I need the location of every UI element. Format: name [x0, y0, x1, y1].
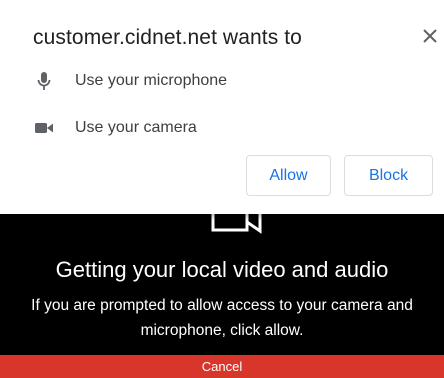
allow-button[interactable]: Allow	[246, 155, 331, 196]
permission-prompt: customer.cidnet.net wants to Use your mi…	[0, 0, 444, 214]
cancel-button[interactable]: Cancel	[0, 355, 444, 378]
permission-label-camera: Use your camera	[75, 119, 197, 136]
close-button[interactable]	[419, 25, 441, 47]
permission-row-microphone: Use your microphone	[35, 68, 227, 94]
status-headline: Getting your local video and audio	[55, 257, 389, 282]
close-icon	[423, 29, 437, 43]
prompt-title: customer.cidnet.net wants to	[33, 26, 302, 49]
block-button[interactable]: Block	[344, 155, 433, 196]
permission-label-microphone: Use your microphone	[75, 72, 228, 89]
status-message: If you are prompted to allow access to y…	[31, 297, 413, 339]
microphone-icon	[35, 71, 53, 91]
camera-icon	[35, 118, 53, 138]
permission-row-camera: Use your camera	[35, 115, 197, 141]
video-setup-screen: customer.cidnet.net wants to Use your mi…	[0, 0, 444, 378]
